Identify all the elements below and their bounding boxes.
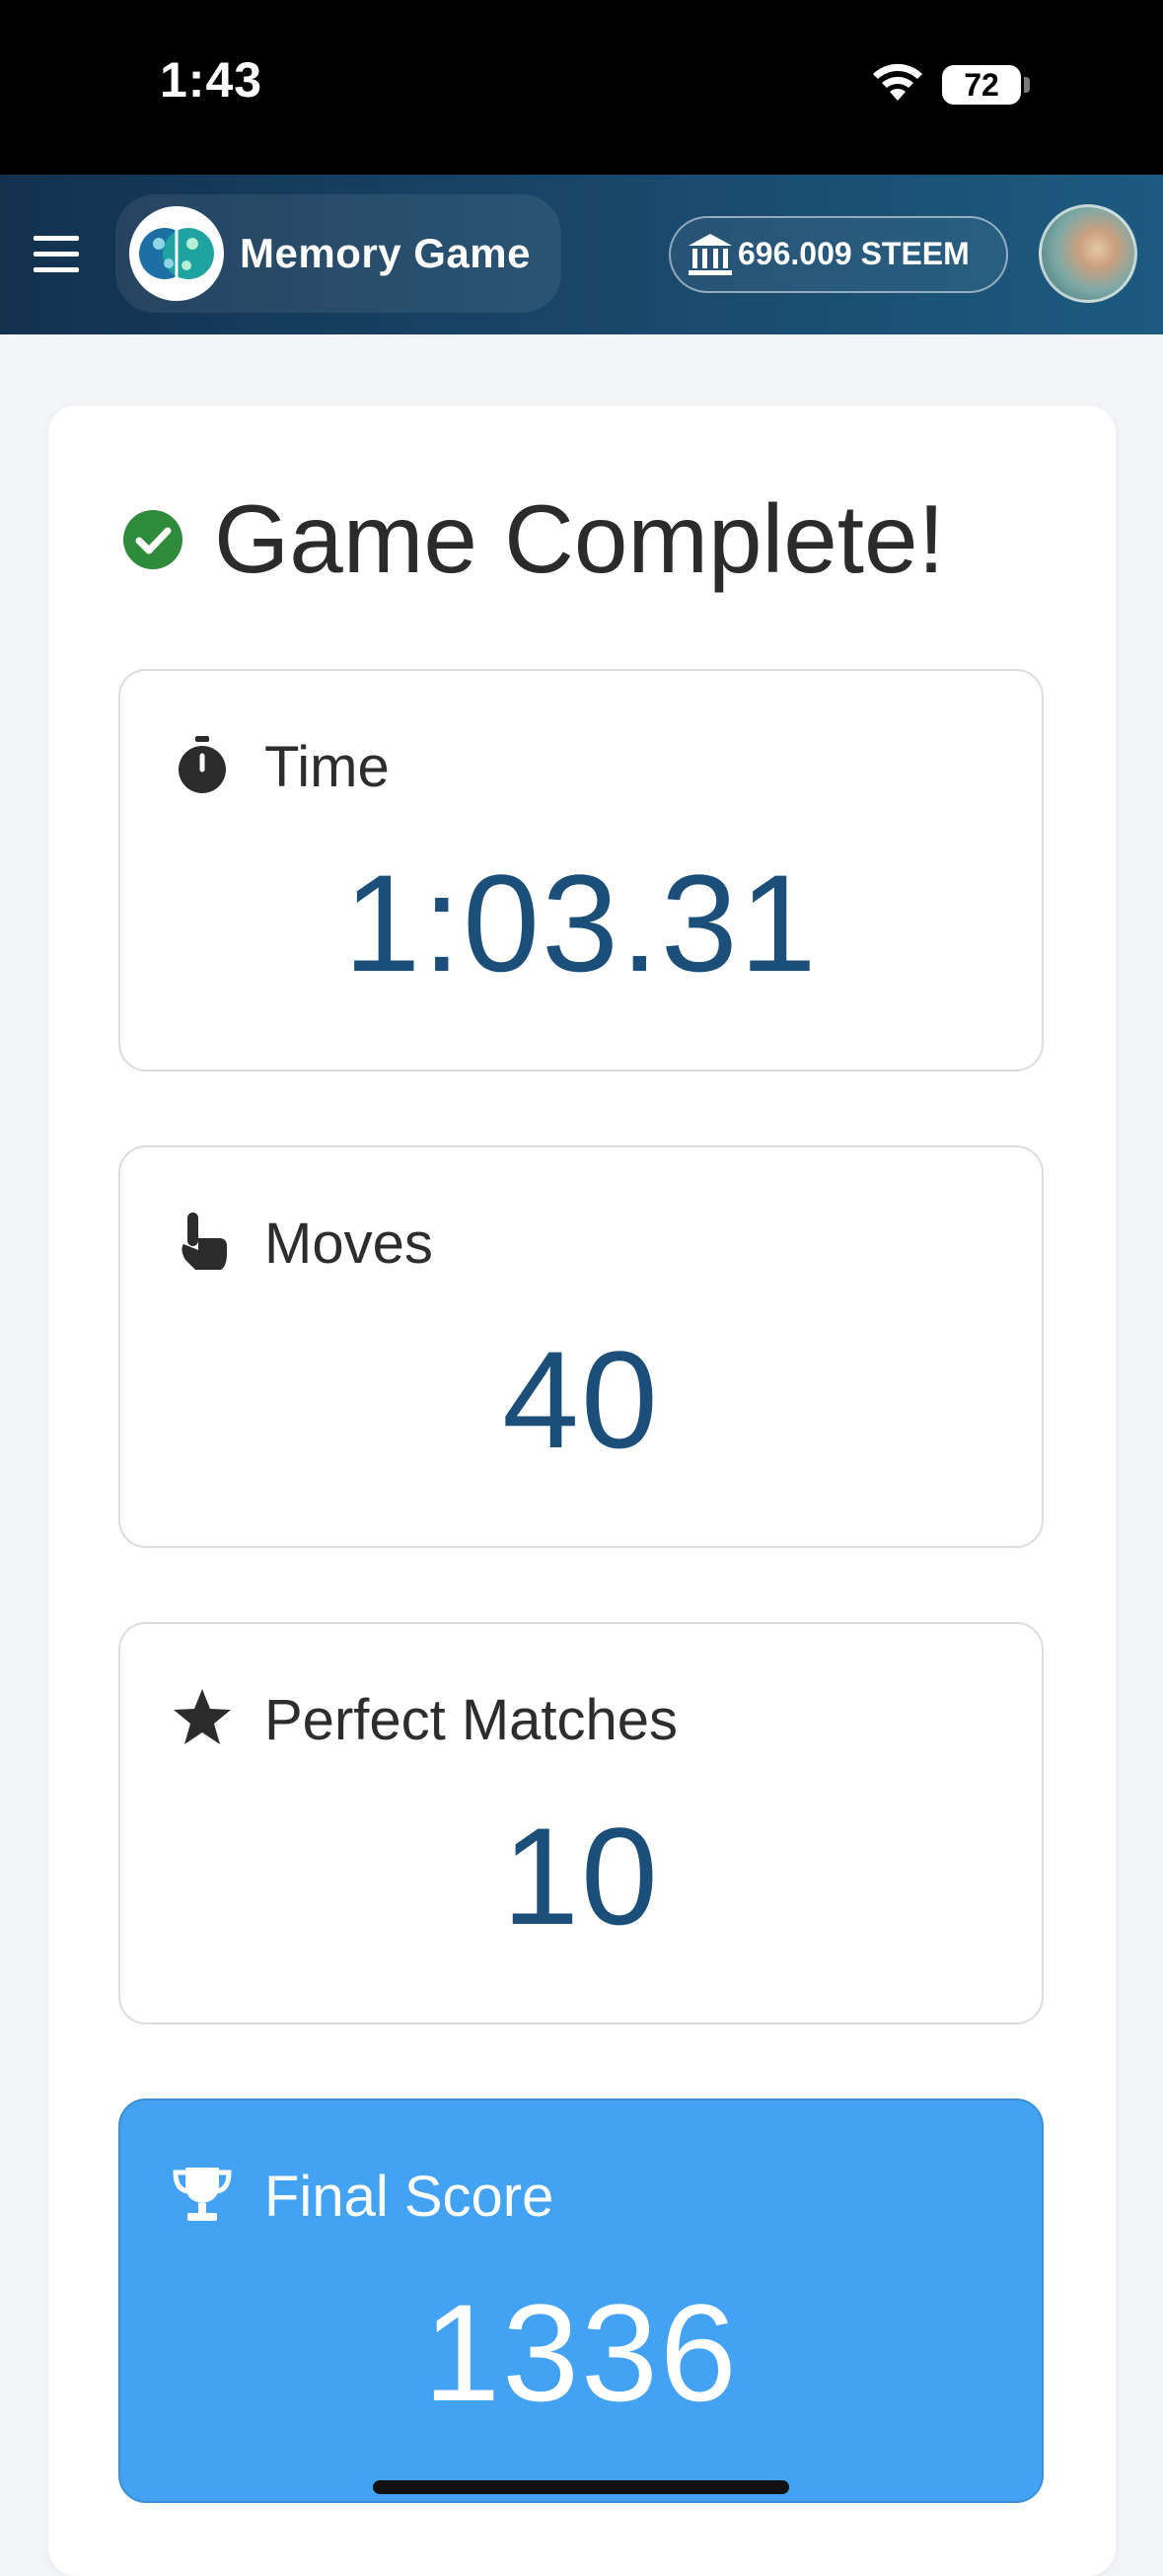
pointer-hand-icon [182, 1213, 227, 1270]
battery-indicator: 72 [942, 65, 1021, 105]
avatar[interactable] [1039, 204, 1137, 303]
wallet-balance-button[interactable]: 696.009 STEEM [669, 216, 1008, 293]
perfect-matches-value: 10 [502, 1799, 660, 1953]
final-score-value: 1336 [423, 2275, 739, 2430]
perfect-matches-stat-card: Perfect Matches 10 [118, 1622, 1044, 2024]
balance-text: 696.009 STEEM [738, 236, 970, 271]
app-header: Memory Game 696.009 STEEM [0, 175, 1163, 334]
star-icon [174, 1689, 231, 1744]
time-label: Time [264, 735, 390, 799]
final-score-label: Final Score [264, 2165, 554, 2229]
status-bar: 1:43 72 [0, 0, 1163, 175]
moves-label: Moves [264, 1212, 433, 1276]
perfect-matches-label: Perfect Matches [264, 1688, 679, 1752]
final-score-card: Final Score 1336 [118, 2098, 1044, 2503]
page-title: Game Complete! [214, 484, 945, 593]
brain-logo-icon [129, 206, 224, 301]
app-title: Memory Game [240, 230, 531, 276]
time-stat-card: Time 1:03.31 [118, 669, 1044, 1071]
moves-value: 40 [502, 1322, 660, 1477]
status-time: 1:43 [160, 52, 263, 108]
bank-icon [689, 234, 732, 275]
trophy-icon [173, 2168, 232, 2221]
battery-cap [1024, 77, 1030, 93]
stopwatch-icon [179, 736, 226, 793]
brand-home-link[interactable]: Memory Game [115, 194, 561, 313]
home-indicator[interactable] [373, 2480, 789, 2494]
wifi-icon [873, 63, 922, 101]
menu-icon[interactable] [34, 236, 79, 272]
check-circle-icon [123, 510, 182, 569]
moves-stat-card: Moves 40 [118, 1145, 1044, 1548]
time-value: 1:03.31 [343, 846, 819, 1000]
